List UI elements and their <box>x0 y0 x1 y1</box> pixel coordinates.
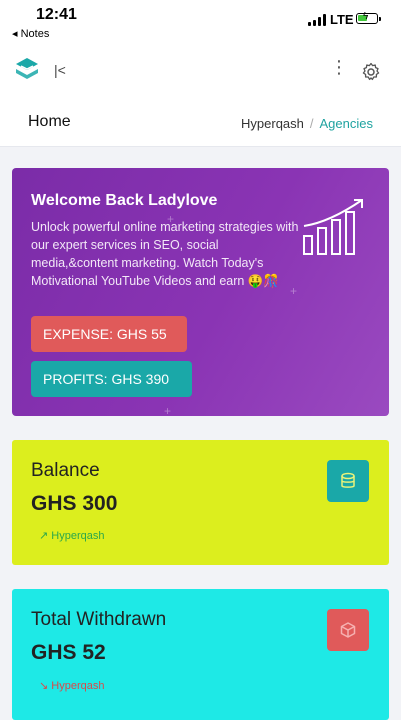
database-icon <box>327 460 369 502</box>
back-to-notes-link[interactable]: ◂ Notes <box>12 27 49 40</box>
withdrawn-trend: ↘ Hyperqash <box>39 679 104 692</box>
breadcrumb: Hyperqash / Agencies <box>241 116 373 131</box>
breadcrumb-hyperqash[interactable]: Hyperqash <box>241 116 304 131</box>
signal-icon <box>308 14 328 26</box>
layers-logo-icon[interactable] <box>13 56 41 84</box>
box-icon <box>327 609 369 651</box>
balance-trend-text: Hyperqash <box>51 530 105 542</box>
withdrawn-label: Total Withdrawn <box>31 609 167 630</box>
withdrawn-card: Total Withdrawn GHS 52 ↘ Hyperqash <box>12 589 389 720</box>
welcome-title: Welcome Back Ladylove <box>31 192 218 209</box>
trend-down-icon: ↘ <box>39 680 49 692</box>
welcome-panel: + + + Welcome Back Ladylove Unlock power… <box>12 168 389 416</box>
balance-label: Balance <box>31 460 100 481</box>
withdrawn-value: GHS 52 <box>31 641 106 664</box>
breadcrumb-agencies[interactable]: Agencies <box>320 116 373 131</box>
more-options-button[interactable]: ⋮ <box>330 58 348 76</box>
welcome-message: Unlock powerful online marketing strateg… <box>31 220 299 288</box>
balance-trend: ↗ Hyperqash <box>39 529 104 542</box>
clock-time: 12:41 <box>36 6 77 23</box>
breadcrumb-separator: / <box>309 116 314 131</box>
collapse-sidebar-button[interactable]: |< <box>54 62 66 78</box>
profits-button[interactable]: PROFITS: GHS 390 <box>31 361 192 397</box>
trend-up-icon: ↗ <box>39 530 49 542</box>
app-topbar: |< ⋮ <box>0 44 401 101</box>
expense-button[interactable]: EXPENSE: GHS 55 <box>31 316 187 352</box>
growth-chart-icon <box>300 196 370 256</box>
withdrawn-trend-text: Hyperqash <box>51 680 105 692</box>
sparkle-decoration: + <box>164 404 172 416</box>
balance-value: GHS 300 <box>31 492 118 515</box>
battery-icon: ϟ <box>356 11 381 24</box>
status-bar: 12:41 ◂ Notes LTE ϟ <box>0 0 401 44</box>
balance-card: Balance GHS 300 ↗ Hyperqash <box>12 440 389 565</box>
page-title: Home <box>28 113 71 130</box>
page-header: Home Hyperqash / Agencies <box>0 100 401 147</box>
gear-icon[interactable] <box>361 62 381 82</box>
network-type: LTE <box>330 12 354 27</box>
